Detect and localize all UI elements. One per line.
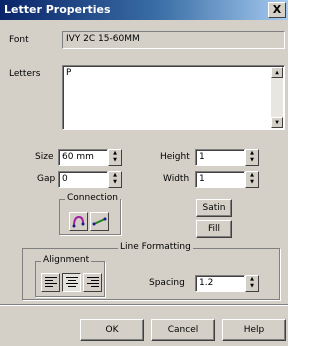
spin-down-icon[interactable]: ▼: [109, 157, 121, 164]
align-left-button[interactable]: [41, 273, 60, 292]
connection-line-button[interactable]: [90, 212, 109, 231]
separator: [0, 304, 288, 306]
close-icon: X: [272, 3, 282, 16]
width-label: Width: [163, 174, 190, 184]
height-input[interactable]: 1: [195, 149, 245, 166]
gap-stepper[interactable]: ▲ ▼: [108, 171, 122, 188]
arc-connection-icon: [72, 215, 85, 228]
line-formatting-title: Line Formatting: [118, 242, 193, 252]
alignment-group: Alignment: [35, 255, 105, 297]
window-title: Letter Properties: [4, 3, 111, 16]
line-connection-icon: [92, 217, 107, 226]
connection-arc-button[interactable]: [69, 212, 88, 231]
spacing-spinner[interactable]: 1.2 ▲ ▼: [195, 275, 259, 292]
help-button[interactable]: Help: [222, 319, 286, 341]
align-left-icon: [45, 277, 57, 289]
gap-input[interactable]: 0: [58, 171, 108, 188]
chevron-up-icon: ▲: [275, 69, 279, 76]
spin-down-icon[interactable]: ▼: [246, 179, 258, 186]
spin-up-icon[interactable]: ▲: [246, 150, 258, 157]
width-stepper[interactable]: ▲ ▼: [245, 171, 259, 188]
alignment-title: Alignment: [41, 255, 92, 265]
height-stepper[interactable]: ▲ ▼: [245, 149, 259, 166]
ok-button[interactable]: OK: [80, 319, 144, 341]
spin-up-icon[interactable]: ▲: [246, 276, 258, 283]
scroll-down-button[interactable]: ▼: [271, 117, 283, 128]
scroll-up-button[interactable]: ▲: [271, 67, 283, 78]
font-field: IVY 2C 15-60MM: [62, 31, 285, 49]
spin-down-icon[interactable]: ▼: [109, 179, 121, 186]
fill-button[interactable]: Fill: [196, 220, 232, 238]
spacing-input[interactable]: 1.2: [195, 275, 245, 292]
spin-down-icon[interactable]: ▼: [246, 283, 258, 290]
size-spinner[interactable]: 60 mm ▲ ▼: [58, 149, 122, 166]
chevron-down-icon: ▼: [275, 119, 279, 126]
align-right-icon: [87, 277, 99, 289]
spacing-label: Spacing: [149, 278, 185, 288]
spin-down-icon[interactable]: ▼: [246, 157, 258, 164]
close-button[interactable]: X: [268, 2, 286, 18]
connection-group-title: Connection: [65, 193, 120, 203]
width-spinner[interactable]: 1 ▲ ▼: [195, 171, 259, 188]
height-spinner[interactable]: 1 ▲ ▼: [195, 149, 259, 166]
align-right-button[interactable]: [83, 273, 102, 292]
width-input[interactable]: 1: [195, 171, 245, 188]
line-formatting-group: Line Formatting Alignment Spacing 1.2 ▲ …: [22, 242, 280, 300]
spin-up-icon[interactable]: ▲: [109, 150, 121, 157]
letters-textarea[interactable]: P ▲ ▼: [62, 65, 285, 130]
letters-label: Letters: [9, 69, 41, 79]
letter-properties-dialog: Letter Properties X Font IVY 2C 15-60MM …: [0, 0, 288, 346]
size-input[interactable]: 60 mm: [58, 149, 108, 166]
connection-group: Connection: [59, 193, 121, 235]
satin-button[interactable]: Satin: [196, 199, 232, 217]
size-label: Size: [35, 152, 54, 162]
size-stepper[interactable]: ▲ ▼: [108, 149, 122, 166]
spin-up-icon[interactable]: ▲: [246, 172, 258, 179]
height-label: Height: [160, 152, 190, 162]
letters-scrollbar[interactable]: ▲ ▼: [271, 67, 283, 128]
gap-spinner[interactable]: 0 ▲ ▼: [58, 171, 122, 188]
spin-up-icon[interactable]: ▲: [109, 172, 121, 179]
font-label: Font: [9, 35, 29, 45]
cancel-button[interactable]: Cancel: [151, 319, 215, 341]
align-center-icon: [66, 277, 78, 289]
title-bar[interactable]: Letter Properties X: [0, 0, 288, 20]
gap-label: Gap: [37, 174, 56, 184]
spacing-stepper[interactable]: ▲ ▼: [245, 275, 259, 292]
letters-text: P: [66, 68, 72, 78]
align-center-button[interactable]: [62, 273, 81, 292]
